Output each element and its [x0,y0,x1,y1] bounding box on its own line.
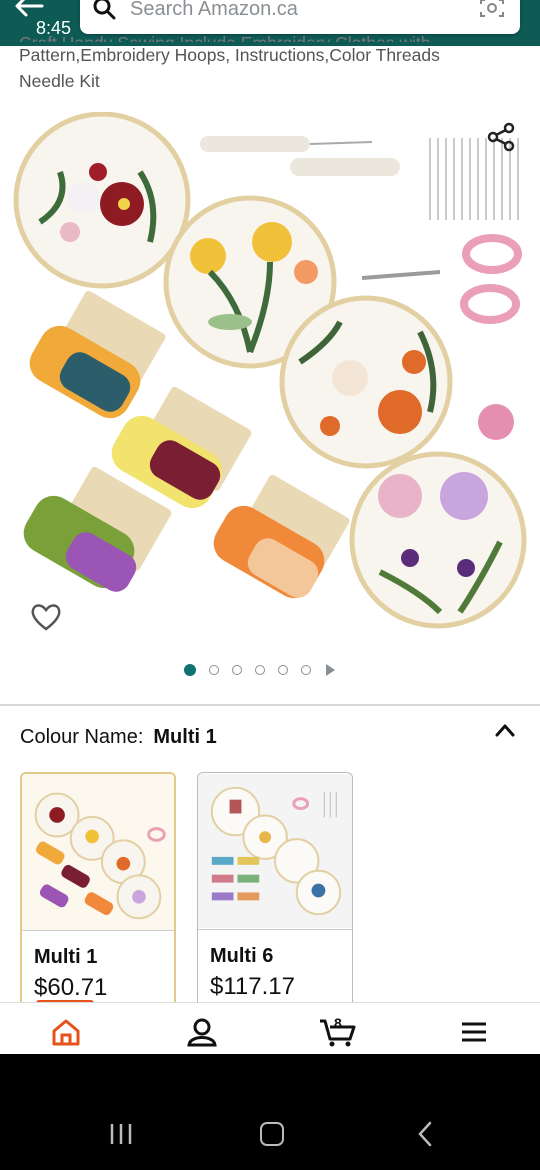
carousel-dot-5[interactable] [278,665,288,675]
colour-option-multi-1[interactable]: Multi 1 $60.71 [20,772,176,1012]
recent-apps-icon[interactable] [108,1122,134,1146]
hoop-1 [13,111,191,289]
system-back-icon[interactable] [414,1120,436,1148]
menu-icon[interactable] [458,1017,490,1047]
carousel-dot-3[interactable] [232,665,242,675]
chevron-up-icon[interactable] [494,720,516,742]
product-image[interactable] [0,111,540,652]
search-placeholder: Search Amazon.ca [130,0,298,20]
product-image-illustration [13,111,527,629]
cart-button[interactable]: 8 [318,1015,358,1047]
colour-option-multi-6[interactable]: Multi 6 $117.17 [197,772,353,1012]
section-divider [0,704,540,706]
product-title-line-1: Craft Handy Sewing Include Embroidery Cl… [19,30,519,42]
carousel-dot-2[interactable] [209,665,219,675]
colour-option-price: $60.71 [34,974,108,1001]
video-play-icon[interactable] [326,664,335,676]
back-arrow-icon[interactable] [12,0,46,18]
search-icon [93,0,116,20]
colour-option-thumbnail [198,774,352,928]
product-title-line-2: Pattern,Embroidery Hoops, Instructions,C… [19,45,440,65]
thread-bundle-1 [29,291,166,419]
colour-option-divider [22,930,174,931]
thread-bundle-4 [213,475,350,599]
cart-count-badge: 8 [334,1015,342,1031]
image-carousel-dots[interactable] [184,662,335,678]
carousel-dot-6[interactable] [301,665,311,675]
colour-option-price: $117.17 [210,973,295,1000]
carousel-dot-1[interactable] [184,664,196,676]
camera-search-icon[interactable] [478,0,506,20]
colour-value: Multi 1 [153,726,217,748]
system-navigation-bar [0,1054,540,1170]
wishlist-heart-icon[interactable] [30,602,62,632]
hoop-3 [279,295,453,469]
product-title-line-3: Needle Kit [19,71,100,91]
search-input[interactable]: Search Amazon.ca [80,0,520,34]
carousel-dot-4[interactable] [255,665,265,675]
bottom-navigation: 8 [0,1002,540,1055]
home-icon[interactable] [50,1017,82,1047]
colour-option-name: Multi 6 [210,945,274,967]
system-home-icon[interactable] [260,1122,284,1146]
colour-label: Colour Name: [20,726,144,748]
hoop-4 [349,451,527,629]
product-title: Craft Handy Sewing Include Embroidery Cl… [19,30,519,94]
colour-option-name: Multi 1 [34,946,98,968]
colour-option-divider [198,929,352,930]
colour-option-thumbnail [22,774,174,930]
share-icon[interactable] [486,122,516,152]
colour-selector-header: Colour Name: Multi 1 [20,726,217,749]
account-icon[interactable] [186,1017,218,1047]
